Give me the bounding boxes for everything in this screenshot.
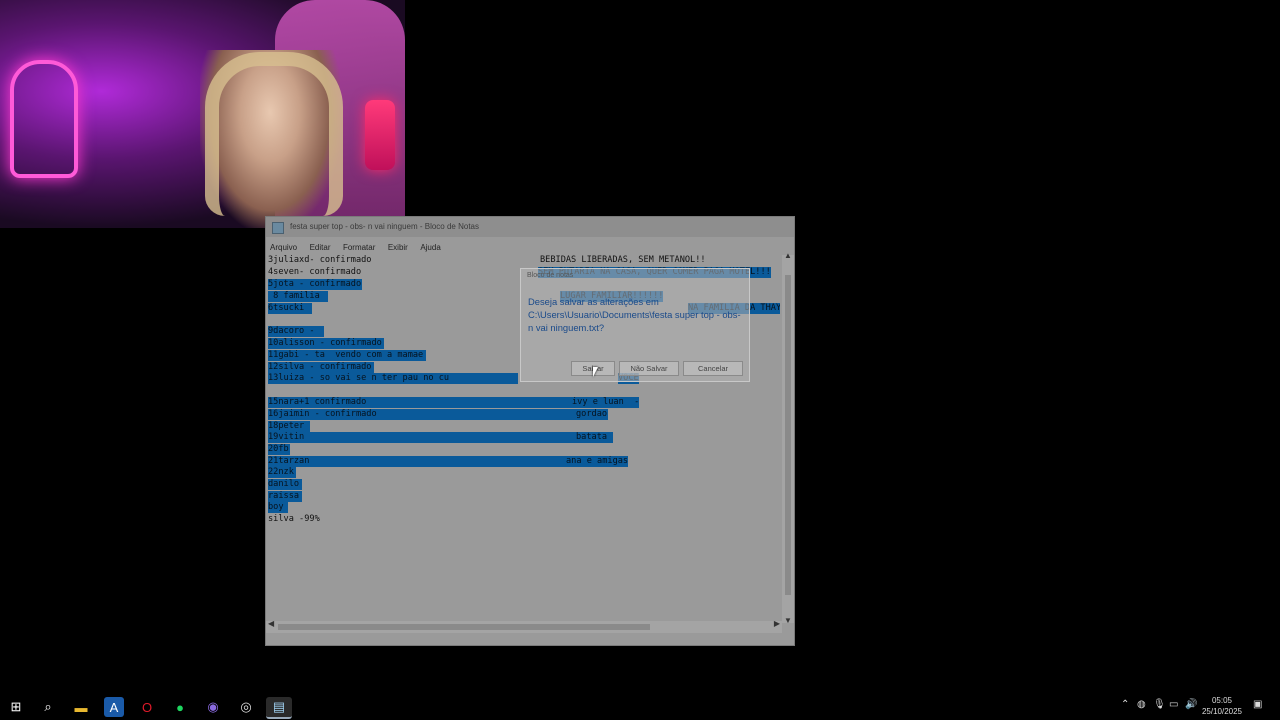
volume-icon[interactable]: 🔊 <box>1185 699 1197 710</box>
text-line: 20fb <box>268 444 290 455</box>
vertical-scrollbar[interactable]: ▲ ▼ <box>782 251 794 625</box>
text-line-right: batata <box>576 432 608 443</box>
text-line-right: ana e amigas <box>566 456 629 467</box>
text-line-right: gordao <box>576 409 608 420</box>
menu-editar[interactable]: Editar <box>306 239 335 252</box>
text-line: 22nzk <box>268 467 296 478</box>
text-line: 13luiza - so vai se n ter pau no cu <box>268 373 518 384</box>
file-explorer-icon[interactable]: ▬ <box>71 697 91 717</box>
save-dialog: Bloco de notas Deseja salvar as alteraçõ… <box>520 268 750 382</box>
text-line: 11gabi - ta vendo com a mamae <box>268 350 426 361</box>
text-line: raissa <box>268 491 302 502</box>
scroll-down-icon[interactable]: ▼ <box>784 616 792 625</box>
text-line: 5jota - confirmado <box>268 279 362 290</box>
window-title: festa super top - obs- n vai ninguem - B… <box>266 217 794 237</box>
opera-icon[interactable]: O <box>137 697 157 717</box>
cancel-button[interactable]: Cancelar <box>683 361 743 376</box>
windows-start-icon[interactable]: ⊞ <box>6 697 26 717</box>
search-icon[interactable]: ⌕ <box>38 697 58 717</box>
text-line: 8 familia <box>268 291 328 302</box>
window-title-text: festa super top - obs- n vai ninguem - B… <box>290 222 479 231</box>
hscroll-thumb[interactable] <box>278 624 650 630</box>
clock[interactable]: 05:05 25/10/2025 <box>1202 695 1242 717</box>
spotify-icon[interactable]: ● <box>170 697 190 717</box>
text-line: danilo <box>268 479 302 490</box>
text-line: 19vitin <box>268 432 613 443</box>
menu-exibir[interactable]: Exibir <box>384 239 412 252</box>
webcam-overlay <box>0 0 405 228</box>
text-line: 4seven- confirmado <box>268 267 362 277</box>
record-app-icon[interactable]: ◎ <box>236 697 256 717</box>
notifications-icon[interactable]: ▣ <box>1253 699 1262 710</box>
notepad-icon[interactable]: ▤ <box>266 697 292 719</box>
dialog-message: Deseja salvar as alterações em C:\Users\… <box>528 296 741 333</box>
text-line-right: BEBIDAS LIBERADAS, SEM METANOL!! <box>540 255 706 265</box>
scroll-up-icon[interactable]: ▲ <box>784 251 792 260</box>
dont-save-button[interactable]: Não Salvar <box>619 361 679 376</box>
menu-arquivo[interactable]: Arquivo <box>266 239 301 252</box>
text-line: silva -99% <box>268 514 320 524</box>
mouse-cursor-icon <box>593 367 598 377</box>
notepad-app-icon <box>272 222 284 234</box>
network-icon[interactable]: ◍ <box>1137 699 1146 710</box>
scroll-left-icon[interactable]: ◀ <box>268 619 274 628</box>
horizontal-scrollbar[interactable]: ◀ ▶ <box>266 619 782 633</box>
text-line: 12silva - confirmado <box>268 362 374 373</box>
clock-time: 05:05 <box>1211 696 1232 705</box>
text-line: boy <box>268 502 288 513</box>
scroll-right-icon[interactable]: ▶ <box>774 619 780 628</box>
text-line: 10alisson - confirmado <box>268 338 384 349</box>
text-line: 18peter <box>268 421 310 432</box>
microphone-icon[interactable]: 🎙 <box>1153 699 1166 710</box>
text-line: 16jaimin - confirmado <box>268 409 608 420</box>
microphone <box>365 100 395 170</box>
text-line: 3juliaxd- confirmado <box>268 255 372 265</box>
menu-formatar[interactable]: Formatar <box>339 239 379 252</box>
wifi-icon[interactable]: ▭ <box>1169 699 1178 710</box>
dialog-title: Bloco de notas <box>527 272 574 279</box>
clock-date: 25/10/2025 <box>1201 707 1242 716</box>
app-a-icon[interactable]: A <box>104 697 124 717</box>
menu-bar: Arquivo Editar Formatar Exibir Ajuda <box>266 237 794 255</box>
chat-app-icon[interactable]: ◉ <box>203 697 223 717</box>
scroll-thumb[interactable] <box>785 275 791 595</box>
menu-ajuda[interactable]: Ajuda <box>416 239 444 252</box>
tray-chevron-icon[interactable]: ⌃ <box>1121 699 1129 710</box>
text-line: 9dacoro - <box>268 326 324 337</box>
taskbar: ⊞ ⌕ ▬ A O ● ◉ ◎ ▤ ⌃ ◍ 🎙 ▭ 🔊 05:05 25/10/… <box>0 693 1280 720</box>
text-line-right: ivy e luan - <box>572 397 640 408</box>
neon-sign <box>10 60 78 178</box>
streamer-hair <box>205 52 343 216</box>
text-line: 6tsucki <box>268 303 312 314</box>
